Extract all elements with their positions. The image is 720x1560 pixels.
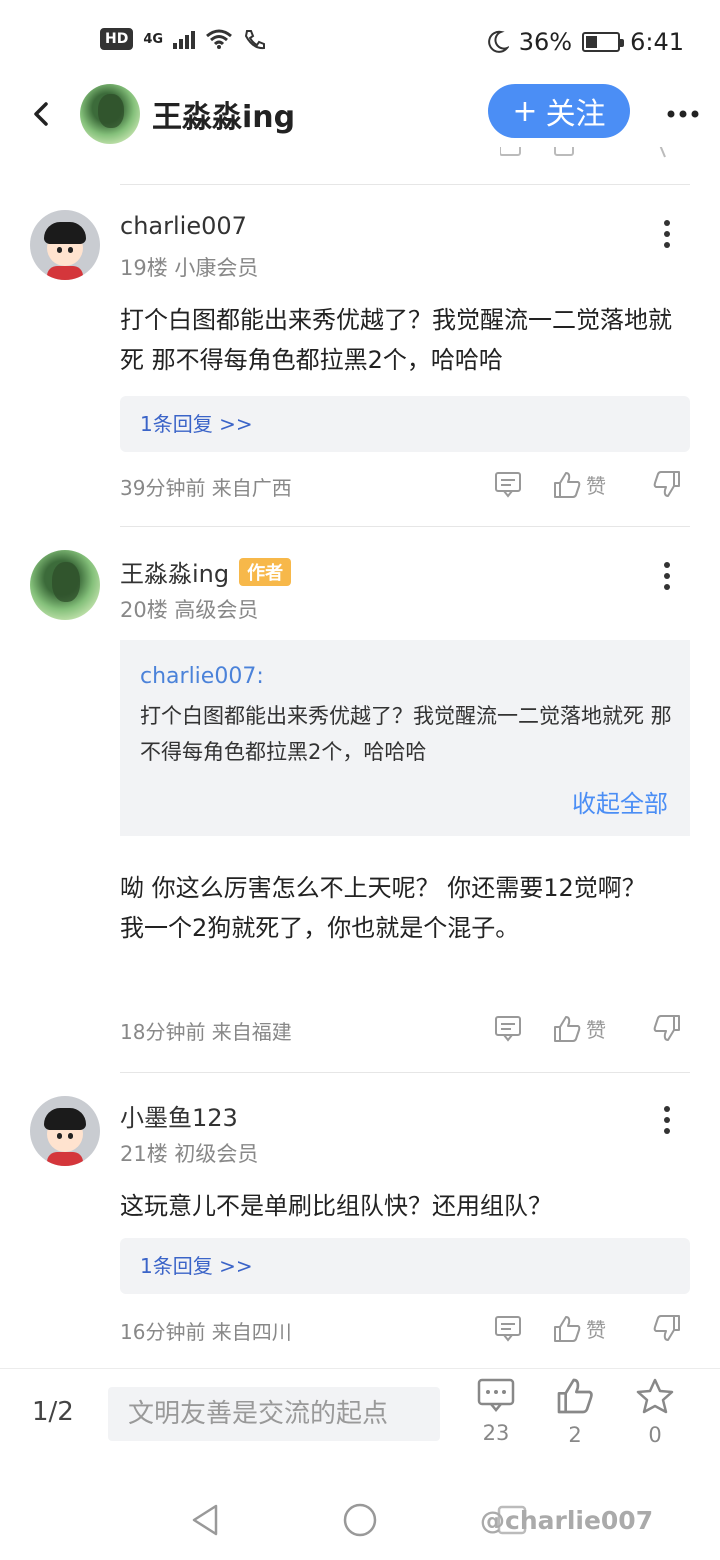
- page-indicator[interactable]: 1/2: [32, 1397, 74, 1427]
- comments-button[interactable]: 23: [466, 1377, 526, 1445]
- username-text[interactable]: charlie007: [120, 212, 247, 240]
- follow-button[interactable]: + 关注: [488, 84, 630, 138]
- thumbs-up-icon: [554, 471, 581, 498]
- like-button[interactable]: 赞: [552, 470, 606, 499]
- clock: 6:41: [630, 28, 684, 56]
- floor-level: 21楼 初级会员: [120, 1142, 259, 1166]
- thumbs-up-icon: [554, 1015, 581, 1042]
- author-avatar[interactable]: [80, 84, 140, 144]
- like-button[interactable]: 赞: [552, 1314, 606, 1343]
- post-header: 王淼淼ing + 关注: [0, 84, 720, 144]
- comment-username: 小墨鱼123: [120, 1098, 238, 1133]
- comment-menu-icon[interactable]: [660, 220, 674, 253]
- divider: [120, 184, 690, 185]
- thumbs-up-icon: [557, 1378, 593, 1414]
- comment-text: 打个白图都能出来秀优越了？我觉醒流一二觉落地就死 那不得每角色都拉黑2个，哈哈哈: [120, 306, 672, 374]
- reply-link[interactable]: 1条回复 >>: [120, 1238, 690, 1294]
- author-name[interactable]: 王淼淼ing: [152, 92, 295, 136]
- like-count: 2: [568, 1423, 582, 1447]
- divider: [120, 1072, 690, 1073]
- call-icon: [245, 30, 266, 50]
- username-text[interactable]: 小墨鱼123: [120, 1098, 238, 1133]
- floor-level: 19楼 小康会员: [120, 256, 259, 280]
- comment-username: charlie007: [120, 212, 247, 240]
- comment-icon: [477, 1378, 515, 1412]
- reply-icon[interactable]: [494, 1014, 522, 1042]
- thumbs-up-icon: [554, 1315, 581, 1342]
- comment-username: 王淼淼ing 作者: [120, 554, 292, 589]
- status-bar: HD 4G 36% 6:41: [0, 0, 720, 84]
- hd-indicator: HD: [100, 28, 134, 50]
- user-avatar[interactable]: [30, 550, 100, 620]
- more-icon[interactable]: [666, 94, 700, 134]
- divider: [120, 526, 690, 527]
- reply-icon[interactable]: [494, 470, 522, 498]
- quote-text: 打个白图都能出来秀优越了？我觉醒流一二觉落地就死 那不得每角色都拉黑2个，哈哈哈: [140, 704, 672, 764]
- floor-level: 20楼 高级会员: [120, 598, 259, 622]
- signal-icon: [173, 29, 196, 49]
- comment-time: 39分钟前 来自广西: [120, 476, 292, 500]
- previous-actions-partial: [500, 146, 680, 160]
- watermark: @charlie007: [480, 1506, 654, 1535]
- nav-home-icon[interactable]: [342, 1502, 378, 1538]
- favorite-button[interactable]: 0: [625, 1377, 685, 1447]
- nav-back-icon[interactable]: [188, 1502, 222, 1538]
- comment-menu-icon[interactable]: [660, 1106, 674, 1139]
- user-avatar[interactable]: [30, 1096, 100, 1166]
- username-text[interactable]: 王淼淼ing: [120, 554, 229, 589]
- dislike-icon[interactable]: [652, 1014, 682, 1042]
- like-label: 赞: [586, 474, 606, 498]
- moon-icon: [487, 30, 509, 53]
- battery-icon: [582, 32, 625, 52]
- reply-icon[interactable]: [494, 1314, 522, 1342]
- comment-menu-icon[interactable]: [660, 562, 674, 595]
- dislike-icon[interactable]: [652, 470, 682, 498]
- author-badge: 作者: [239, 557, 292, 586]
- star-icon: [636, 1378, 674, 1414]
- battery-percent: 36%: [518, 28, 573, 56]
- dislike-icon[interactable]: [652, 1314, 682, 1342]
- like-post-button[interactable]: 2: [545, 1377, 605, 1447]
- follow-label: 关注: [545, 97, 606, 132]
- comment-input[interactable]: 文明友善是交流的起点: [108, 1387, 440, 1441]
- user-avatar[interactable]: [30, 210, 100, 280]
- comment-count: 23: [482, 1421, 510, 1445]
- comment-time: 18分钟前 来自福建: [120, 1020, 292, 1044]
- like-label: 赞: [586, 1318, 606, 1342]
- quote-username[interactable]: charlie007:: [140, 664, 264, 689]
- network-type: 4G: [143, 31, 164, 47]
- collapse-all-link[interactable]: 收起全部: [572, 784, 668, 819]
- back-arrow-icon[interactable]: [22, 94, 62, 134]
- comment-time: 16分钟前 来自四川: [120, 1320, 292, 1344]
- reply-link[interactable]: 1条回复 >>: [120, 396, 690, 452]
- favorite-count: 0: [648, 1423, 662, 1447]
- comment-text: 这玩意儿不是单刷比组队快？还用组队？: [120, 1192, 552, 1220]
- bottom-action-bar: 1/2 文明友善是交流的起点 23 2 0: [0, 1368, 720, 1468]
- like-button[interactable]: 赞: [552, 1014, 606, 1043]
- comment-text: 呦 你这么厉害怎么不上天呢？ 你还需要12觉啊？ 我一个2狗就死了，你也就是个混…: [120, 874, 646, 942]
- quoted-comment: charlie007: 打个白图都能出来秀优越了？我觉醒流一二觉落地就死 那不得…: [120, 640, 690, 836]
- like-label: 赞: [586, 1018, 606, 1042]
- wifi-icon: [206, 29, 233, 49]
- plus-icon: +: [512, 93, 538, 129]
- system-nav-bar: @charlie007: [0, 1480, 720, 1560]
